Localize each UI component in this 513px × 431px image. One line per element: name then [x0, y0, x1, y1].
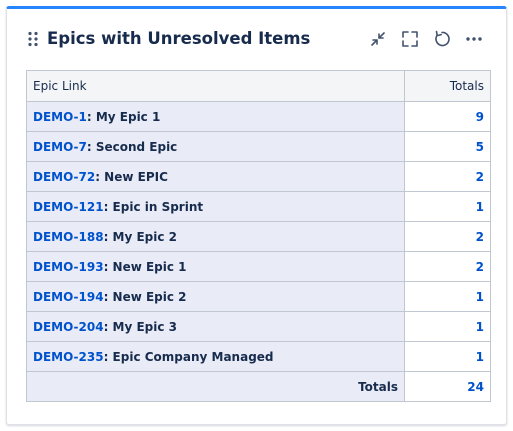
total-cell: 1	[404, 341, 491, 372]
epics-gadget: Epics with Unresolved Items Epic Link To…	[6, 6, 507, 425]
total-count-link[interactable]: 1	[476, 290, 484, 304]
table-row: DEMO-193: New Epic 1 2	[26, 251, 491, 282]
total-count-link[interactable]: 1	[476, 320, 484, 334]
refresh-icon[interactable]	[431, 28, 453, 50]
epic-name: : Epic in Sprint	[103, 199, 204, 214]
table-row: DEMO-194: New Epic 2 1	[26, 281, 491, 312]
epic-cell: DEMO-188: My Epic 2	[26, 221, 405, 252]
total-cell: 2	[404, 221, 491, 252]
total-count-link[interactable]: 9	[476, 110, 484, 124]
table-row: DEMO-1: My Epic 1 9	[26, 101, 491, 132]
table-row: DEMO-204: My Epic 3 1	[26, 311, 491, 342]
total-cell: 9	[404, 101, 491, 132]
gadget-title: Epics with Unresolved Items	[47, 29, 311, 48]
epic-cell: DEMO-194: New Epic 2	[26, 281, 405, 312]
epic-key-link[interactable]: DEMO-194	[33, 290, 104, 304]
epic-key-link[interactable]: DEMO-188	[33, 230, 104, 244]
total-count-link[interactable]: 2	[476, 230, 484, 244]
total-cell: 1	[404, 191, 491, 222]
table-row: DEMO-235: Epic Company Managed 1	[26, 341, 491, 372]
totals-header: Totals	[404, 70, 491, 102]
table-row: DEMO-188: My Epic 2 2	[26, 221, 491, 252]
grand-total-cell: 24	[404, 371, 491, 402]
totals-footer-row: Totals 24	[26, 371, 491, 402]
table-row: DEMO-72: New EPIC 2	[26, 161, 491, 192]
epic-key-link[interactable]: DEMO-7	[33, 140, 87, 154]
epic-cell: DEMO-235: Epic Company Managed	[26, 341, 405, 372]
total-cell: 5	[404, 131, 491, 162]
epic-name: : My Epic 2	[103, 229, 178, 244]
epic-key-link[interactable]: DEMO-72	[33, 170, 95, 184]
table-row: DEMO-7: Second Epic 5	[26, 131, 491, 162]
epic-name: : My Epic 1	[86, 109, 161, 124]
table-header-row: Epic Link Totals	[26, 70, 491, 102]
total-count-link[interactable]: 1	[476, 200, 484, 214]
grand-total-link[interactable]: 24	[467, 380, 484, 394]
epic-name: : Second Epic	[86, 139, 178, 154]
epic-name: : My Epic 3	[103, 319, 178, 334]
epic-key-link[interactable]: DEMO-1	[33, 110, 87, 124]
total-cell: 2	[404, 251, 491, 282]
total-count-link[interactable]: 2	[476, 260, 484, 274]
total-count-link[interactable]: 2	[476, 170, 484, 184]
epic-name: : New Epic 2	[103, 289, 187, 304]
epic-key-link[interactable]: DEMO-193	[33, 260, 104, 274]
epic-link-header: Epic Link	[26, 70, 405, 102]
table-row: DEMO-121: Epic in Sprint 1	[26, 191, 491, 222]
total-cell: 1	[404, 281, 491, 312]
total-count-link[interactable]: 1	[476, 350, 484, 364]
epic-name: : New EPIC	[95, 169, 168, 184]
fullscreen-icon[interactable]	[399, 28, 421, 50]
epic-name: : New Epic 1	[103, 259, 187, 274]
epic-cell: DEMO-204: My Epic 3	[26, 311, 405, 342]
epic-cell: DEMO-1: My Epic 1	[26, 101, 405, 132]
epic-key-link[interactable]: DEMO-121	[33, 200, 104, 214]
total-cell: 1	[404, 311, 491, 342]
epics-table: Epic Link Totals DEMO-1: My Epic 1 9 DEM…	[26, 70, 491, 402]
gadget-header: Epics with Unresolved Items	[7, 9, 506, 65]
epic-name: : Epic Company Managed	[103, 349, 274, 364]
total-cell: 2	[404, 161, 491, 192]
total-count-link[interactable]: 5	[476, 140, 484, 154]
epic-key-link[interactable]: DEMO-204	[33, 320, 104, 334]
drag-handle-icon[interactable]	[27, 31, 39, 47]
totals-footer-label: Totals	[26, 371, 405, 402]
epic-key-link[interactable]: DEMO-235	[33, 350, 104, 364]
epic-cell: DEMO-72: New EPIC	[26, 161, 405, 192]
epic-cell: DEMO-193: New Epic 1	[26, 251, 405, 282]
minimize-icon[interactable]	[367, 28, 389, 50]
epic-cell: DEMO-121: Epic in Sprint	[26, 191, 405, 222]
more-options-icon[interactable]	[463, 28, 485, 50]
epic-cell: DEMO-7: Second Epic	[26, 131, 405, 162]
